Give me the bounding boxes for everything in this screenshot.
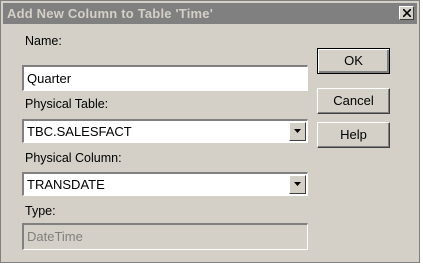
name-label: Name: (25, 34, 62, 48)
physical-table-dropdown-button[interactable] (289, 122, 306, 141)
type-label: Type: (25, 204, 56, 218)
name-input-value: Quarter (27, 71, 72, 86)
name-input[interactable]: Quarter (22, 65, 308, 91)
help-button[interactable]: Help (317, 122, 390, 148)
chevron-down-icon (294, 129, 301, 133)
type-field: DateTime (22, 223, 308, 250)
physical-column-dropdown-button[interactable] (289, 175, 306, 194)
physical-column-select[interactable]: TRANSDATE (22, 172, 308, 196)
close-icon (403, 9, 411, 17)
chevron-down-icon (294, 182, 301, 186)
ok-button[interactable]: OK (317, 48, 390, 74)
cancel-button[interactable]: Cancel (317, 88, 390, 114)
physical-table-label: Physical Table: (25, 97, 109, 111)
physical-column-value: TRANSDATE (27, 177, 105, 192)
physical-table-select[interactable]: TBC.SALESFACT (22, 119, 308, 143)
physical-column-label: Physical Column: (25, 151, 122, 165)
add-column-dialog: Add New Column to Table 'Time' Name: Qua… (0, 0, 420, 263)
close-button[interactable] (399, 6, 414, 20)
type-value: DateTime (27, 229, 83, 244)
dialog-title: Add New Column to Table 'Time' (7, 6, 213, 21)
physical-table-value: TBC.SALESFACT (27, 124, 132, 139)
title-bar[interactable]: Add New Column to Table 'Time' (3, 3, 417, 24)
